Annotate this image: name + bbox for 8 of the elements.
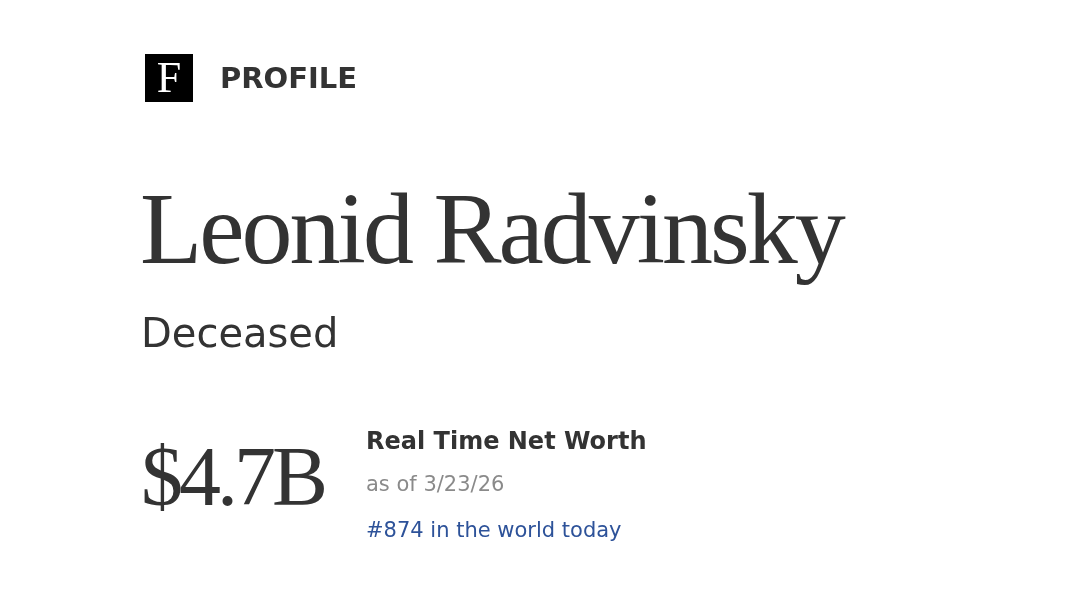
status-text: Deceased	[141, 313, 339, 354]
net-worth-label: Real Time Net Worth	[366, 429, 647, 454]
person-name: Leonid Radvinsky	[140, 171, 845, 287]
section-label: PROFILE	[220, 63, 358, 93]
rank-link[interactable]: #874 in the world today	[366, 520, 622, 542]
as-of-date: as of 3/23/26	[366, 474, 505, 496]
net-worth-amount: $4.7B	[141, 435, 326, 520]
logo[interactable]: F	[145, 54, 193, 102]
